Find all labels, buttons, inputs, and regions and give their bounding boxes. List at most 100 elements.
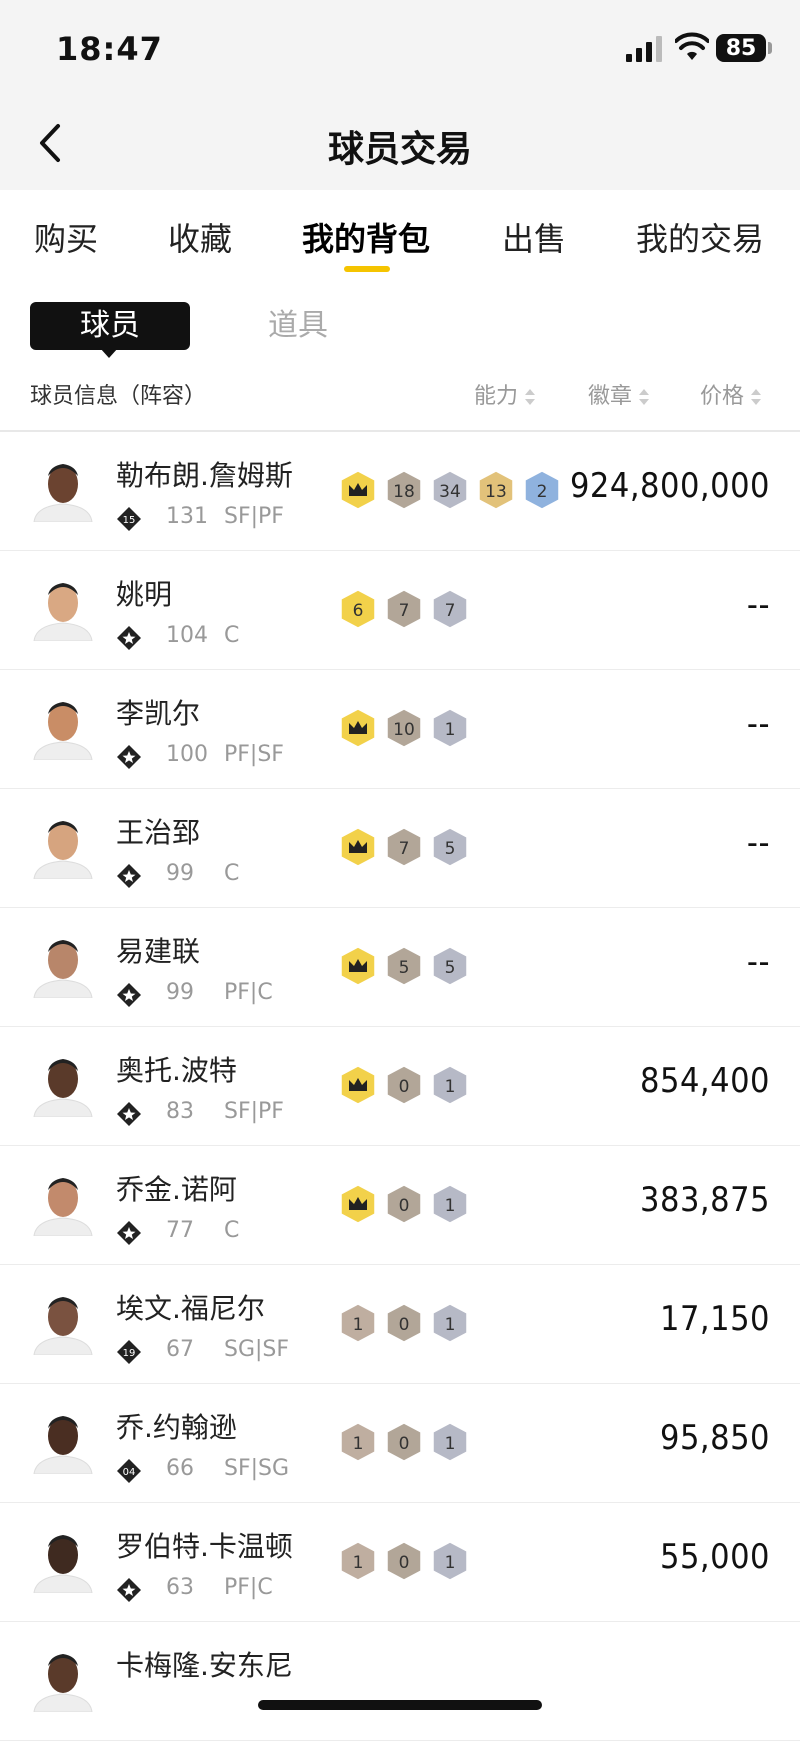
active-tab-indicator [344, 266, 390, 272]
tab-sell[interactable]: 出售 [502, 214, 566, 260]
player-name: 易建联 [116, 935, 201, 968]
badge-hexagon: 0 [386, 1303, 422, 1343]
player-badges: 01 [340, 1184, 468, 1224]
player-price: -- [746, 823, 770, 863]
badge-value: 5 [445, 958, 456, 978]
tier-number: 15 [123, 515, 136, 526]
player-row[interactable]: 奥托.波特 83 SF|PF 0 1 854,400 [0, 1027, 800, 1146]
badge-value: 1 [445, 1077, 456, 1097]
tab-favorites[interactable]: 收藏 [168, 214, 232, 260]
player-position: SG|SF [224, 1337, 290, 1362]
tab-my-backpack[interactable]: 我的背包 [302, 214, 430, 260]
badge-value: 0 [399, 1077, 410, 1097]
badge-value: 1 [445, 1434, 456, 1454]
badge-hexagon: 18 [386, 470, 422, 510]
player-name: 罗伯特.卡温顿 [116, 1530, 293, 1563]
player-price: 924,800,000 [569, 466, 770, 506]
tab-buy[interactable]: 购买 [34, 214, 98, 260]
player-rating: 83 [166, 1099, 194, 1124]
player-avatar [33, 1654, 93, 1712]
player-name: 李凯尔 [116, 697, 201, 730]
player-rating: 99 [166, 980, 194, 1005]
badge-hexagon: 1 [340, 1303, 376, 1343]
badge-value: 7 [399, 839, 410, 859]
player-position: SF|PF [224, 504, 284, 529]
badge-hexagon: 1 [432, 1065, 468, 1105]
player-name: 乔金.诺阿 [116, 1173, 237, 1206]
player-position: SF|PF [224, 1099, 284, 1124]
player-badges: 1 0 1 [340, 1303, 468, 1343]
badge-value: 34 [439, 482, 461, 502]
crown-badge-icon [340, 827, 376, 867]
player-name: 卡梅隆.安东尼 [116, 1649, 293, 1682]
badge-hexagon: 2 [524, 470, 560, 510]
player-avatar [33, 821, 93, 879]
badge-value: 1 [445, 1196, 456, 1216]
badge-value: 1 [445, 1315, 456, 1335]
player-avatar [33, 1059, 93, 1117]
badge-hexagon: 1 [340, 1422, 376, 1462]
player-row[interactable]: 姚明 104 C 6 7 7 -- [0, 551, 800, 670]
player-row[interactable]: 勒布朗.詹姆斯 15 131 SF|PF 18 34 13 2 924,800,000 [0, 432, 800, 551]
segment-items[interactable]: 道具 [268, 302, 328, 350]
tier-number: 19 [123, 1348, 136, 1359]
sort-icon [751, 389, 762, 405]
status-bar: 18:47 85 [0, 0, 800, 96]
tier-diamond-icon [117, 864, 141, 888]
player-name: 奥托.波特 [116, 1054, 237, 1087]
badge-value: 5 [445, 839, 456, 859]
badge-hexagon: 1 [432, 1541, 468, 1581]
header-badge-sort[interactable]: 徽章 [588, 378, 650, 410]
player-price: 383,875 [640, 1180, 770, 1220]
player-row[interactable]: 王治郅 99 C 7 5 -- [0, 789, 800, 908]
sort-icon [639, 389, 650, 405]
player-price: 55,000 [660, 1537, 770, 1577]
badge-value: 1 [445, 720, 456, 740]
player-avatar [33, 940, 93, 998]
player-position: PF|SF [224, 742, 284, 767]
badge-hexagon: 6 [340, 589, 376, 629]
status-time: 18:47 [56, 30, 163, 68]
player-avatar [33, 464, 93, 522]
player-row[interactable]: 李凯尔 100 PF|SF 10 1 -- [0, 670, 800, 789]
player-avatar [33, 1178, 93, 1236]
badge-value: 6 [353, 601, 364, 621]
header-badge-label: 徽章 [588, 384, 633, 409]
header-price-sort[interactable]: 价格 [700, 378, 762, 410]
player-row[interactable]: 卡梅隆.安东尼 [0, 1622, 800, 1741]
player-name: 王治郅 [116, 816, 201, 849]
player-rating: 100 [166, 742, 208, 767]
player-position: C [224, 1218, 240, 1243]
crown-badge-icon [340, 946, 376, 986]
player-row[interactable]: 埃文.福尼尔 19 67 SG|SF 1 0 1 17,150 [0, 1265, 800, 1384]
badge-hexagon: 7 [432, 589, 468, 629]
tier-number: 04 [123, 1467, 136, 1478]
tier-diamond-icon: 19 [117, 1340, 141, 1364]
crown-badge-icon [340, 470, 376, 510]
badge-hexagon: 1 [432, 1303, 468, 1343]
home-indicator [258, 1700, 542, 1710]
player-row[interactable]: 乔.约翰逊 04 66 SF|SG 1 0 1 95,850 [0, 1384, 800, 1503]
badge-hexagon: 5 [432, 946, 468, 986]
badge-hexagon: 34 [432, 470, 468, 510]
crown-badge-icon [340, 1065, 376, 1105]
player-position: C [224, 623, 240, 648]
header-ability-sort[interactable]: 能力 [474, 378, 536, 410]
badge-value: 2 [537, 482, 548, 502]
player-badges: 1 0 1 [340, 1422, 468, 1462]
player-list: 勒布朗.詹姆斯 15 131 SF|PF 18 34 13 2 924,800,000 姚明 104… [0, 430, 800, 1741]
badge-hexagon: 7 [386, 827, 422, 867]
badge-value: 1 [445, 1553, 456, 1573]
badge-value: 7 [399, 601, 410, 621]
player-row[interactable]: 乔金.诺阿 77 C 0 1 383,875 [0, 1146, 800, 1265]
segment-players[interactable]: 球员 [30, 302, 190, 350]
player-row[interactable]: 罗伯特.卡温顿 63 PF|C 1 0 1 55,000 [0, 1503, 800, 1622]
tab-my-trades[interactable]: 我的交易 [636, 214, 764, 260]
cellular-signal-icon [626, 36, 662, 62]
player-row[interactable]: 易建联 99 PF|C 5 5 -- [0, 908, 800, 1027]
player-rating: 66 [166, 1456, 194, 1481]
player-name: 乔.约翰逊 [116, 1411, 237, 1444]
tier-diamond-icon [117, 983, 141, 1007]
segment-pointer [100, 348, 118, 358]
tier-diamond-icon: 15 [117, 507, 141, 531]
